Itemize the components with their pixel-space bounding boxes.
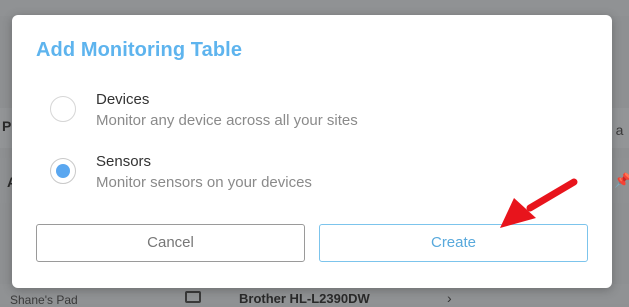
option-devices[interactable]: Devices Monitor any device across all yo… <box>50 91 570 135</box>
printer-icon <box>185 291 201 303</box>
radio-selected-dot <box>56 164 70 178</box>
sensors-label: Sensors <box>96 153 152 170</box>
devices-label: Devices <box>96 91 150 108</box>
bg-device-name: Shane's Pad <box>10 293 78 307</box>
devices-description: Monitor any device across all your sites <box>96 112 358 129</box>
devices-radio[interactable] <box>50 96 76 122</box>
dialog-title: Add Monitoring Table <box>36 39 243 61</box>
pin-icon: 📌 <box>614 172 629 188</box>
bg-header-strip <box>0 0 629 16</box>
cancel-button[interactable]: Cancel <box>36 224 305 262</box>
sensors-radio[interactable] <box>50 158 76 184</box>
red-arrow-annotation <box>500 178 578 228</box>
bg-heading-fragment: P <box>2 118 12 134</box>
add-monitoring-table-dialog: Add Monitoring Table Devices Monitor any… <box>12 15 612 288</box>
sensors-description: Monitor sensors on your devices <box>96 174 312 191</box>
